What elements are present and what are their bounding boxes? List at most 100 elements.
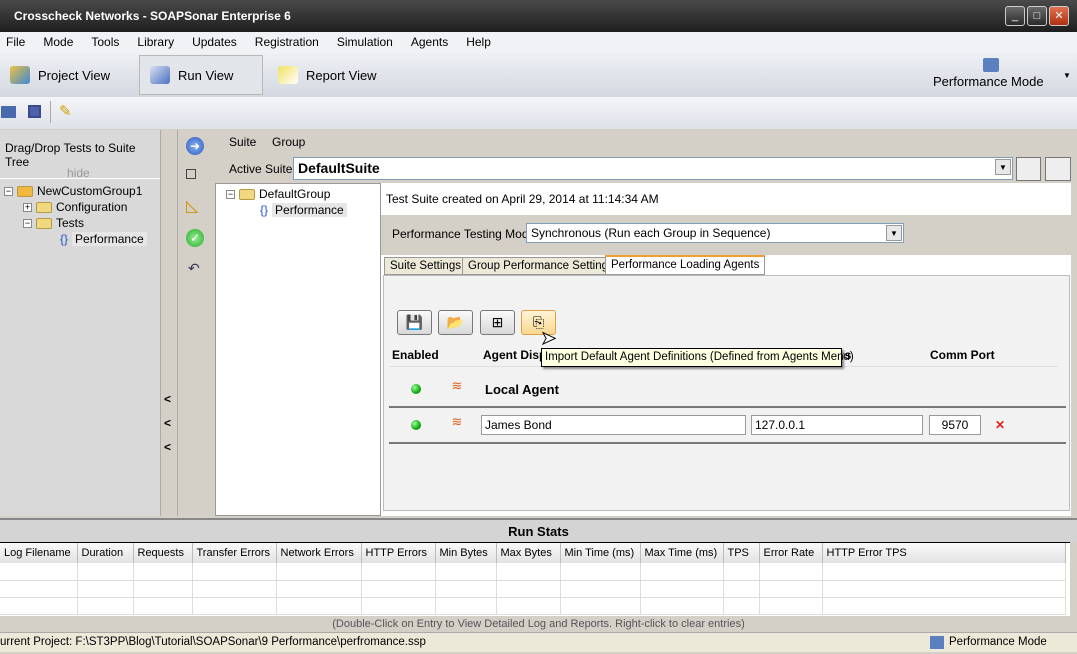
menu-bar: File Mode Tools Library Updates Registra… [0, 32, 1077, 53]
delete-agent-icon[interactable]: ✕ [995, 418, 1005, 432]
menu-library[interactable]: Library [137, 32, 174, 53]
table-cell [435, 597, 497, 615]
close-button[interactable]: ✕ [1049, 6, 1069, 26]
chevron-down-icon: ▼ [886, 225, 902, 241]
tree-root-label: NewCustomGroup1 [37, 184, 143, 198]
column-header[interactable]: Error Rate [759, 543, 823, 563]
mode-dropdown-icon[interactable]: ▼ [1063, 71, 1071, 80]
tab-suite-settings[interactable]: Suite Settings [384, 257, 467, 275]
edit-icon[interactable]: ✎ [59, 102, 72, 120]
column-header[interactable]: Network Errors [276, 543, 362, 563]
group-menu[interactable]: Group [272, 135, 305, 149]
table-cell [192, 597, 277, 615]
add-agent-button[interactable]: ⊞ [480, 310, 515, 335]
active-suite-value: DefaultSuite [298, 160, 380, 176]
table-cell [276, 563, 362, 581]
tree-tests[interactable]: − Tests [23, 216, 84, 230]
tree-configuration-label: Configuration [56, 200, 128, 214]
agent-address-input[interactable]: 127.0.0.1 [751, 415, 923, 435]
menu-registration[interactable]: Registration [255, 32, 319, 53]
open-agents-button[interactable]: 📂 [438, 310, 473, 335]
table-row[interactable] [0, 597, 1066, 615]
menu-tools[interactable]: Tools [91, 32, 119, 53]
table-cell [723, 563, 760, 581]
maximize-button[interactable]: □ [1027, 6, 1047, 26]
tab-performance-loading-agents[interactable]: Performance Loading Agents [605, 255, 766, 275]
suite-menu[interactable]: Suite [229, 135, 256, 149]
enabled-indicator[interactable] [411, 384, 421, 394]
table-row[interactable] [0, 563, 1066, 581]
column-header[interactable]: Duration [77, 543, 134, 563]
network-icon [983, 58, 999, 72]
minimize-button[interactable]: _ [1005, 6, 1025, 26]
tooltip: Import Default Agent Definitions (Define… [541, 348, 854, 367]
mode-select-value: Synchronous (Run each Group in Sequence) [531, 226, 771, 240]
schedule-icon[interactable] [186, 169, 196, 179]
run-arrow-icon[interactable]: ➜ [186, 137, 204, 155]
tree-root[interactable]: − NewCustomGroup1 [4, 184, 142, 198]
collapse-arrow[interactable]: < [164, 392, 171, 406]
column-header[interactable]: HTTP Errors [361, 543, 436, 563]
table-cell [192, 580, 277, 598]
comm-port-header: Comm Port [930, 348, 995, 362]
agent-port-input[interactable]: 9570 [929, 415, 981, 435]
run-view-button[interactable]: Run View [139, 55, 263, 95]
menu-updates[interactable]: Updates [192, 32, 237, 53]
menu-file[interactable]: File [6, 32, 25, 53]
table-cell [759, 597, 823, 615]
table-cell [77, 597, 134, 615]
table-cell [822, 597, 1066, 615]
created-label: Test Suite created on April 29, 2014 at … [386, 192, 659, 206]
suite-edit-button[interactable] [1016, 157, 1041, 181]
undo-icon[interactable]: ↶ [188, 260, 200, 277]
open-icon[interactable] [1, 106, 16, 118]
save-icon[interactable] [28, 105, 41, 118]
menu-mode[interactable]: Mode [43, 32, 73, 53]
run-stats-hint: (Double-Click on Entry to View Detailed … [0, 616, 1077, 632]
tab-group-performance-settings[interactable]: Group Performance Settings [462, 257, 620, 275]
window-title: Crosscheck Networks - SOAPSonar Enterpri… [14, 9, 291, 23]
suite-import-button[interactable] [1045, 157, 1071, 181]
menu-agents[interactable]: Agents [411, 32, 448, 53]
collapse-arrow[interactable]: < [164, 440, 171, 454]
check-icon[interactable]: ✓ [186, 229, 204, 247]
column-header[interactable]: TPS [723, 543, 760, 563]
table-cell [822, 580, 1066, 598]
mouse-cursor-icon: ➤ [540, 328, 557, 349]
tree-suite-performance[interactable]: {} Performance [260, 203, 347, 217]
column-header[interactable]: Min Bytes [435, 543, 497, 563]
table-cell [640, 597, 724, 615]
column-header[interactable]: Max Bytes [496, 543, 561, 563]
run-view-label: Run View [178, 67, 234, 83]
save-agents-button[interactable]: 💾 [397, 310, 432, 335]
tree-default-group[interactable]: − DefaultGroup [226, 187, 330, 201]
status-bar: urrent Project: F:\ST3PP\Blog\Tutorial\S… [0, 632, 1077, 652]
column-header[interactable]: Requests [133, 543, 193, 563]
divider [389, 442, 1066, 444]
tree-configuration[interactable]: + Configuration [23, 200, 127, 214]
table-cell [361, 580, 436, 598]
performance-mode-button[interactable]: Performance Mode [933, 74, 1044, 89]
column-header[interactable]: Transfer Errors [192, 543, 277, 563]
run-stats-table: Log Filename Duration Requests Transfer Err… [0, 542, 1070, 616]
agent-name-input[interactable]: James Bond [481, 415, 746, 435]
tree-performance[interactable]: {} Performance [60, 232, 147, 246]
mode-select[interactable]: Synchronous (Run each Group in Sequence)… [526, 223, 904, 243]
ruler-icon[interactable]: ◺ [186, 196, 198, 216]
menu-help[interactable]: Help [466, 32, 491, 53]
column-header[interactable]: HTTP Error TPS [822, 543, 1066, 563]
table-cell [560, 563, 641, 581]
active-suite-select[interactable]: DefaultSuite ▼ [293, 157, 1013, 180]
report-view-button[interactable]: Report View [268, 55, 387, 95]
menu-simulation[interactable]: Simulation [337, 32, 393, 53]
suite-tree: − DefaultGroup {} Performance [215, 183, 381, 516]
collapse-arrow[interactable]: < [164, 416, 171, 430]
column-header[interactable]: Log Filename [0, 543, 78, 563]
table-cell [133, 597, 193, 615]
project-view-button[interactable]: Project View [0, 55, 120, 95]
enabled-indicator[interactable] [411, 420, 421, 430]
table-row[interactable] [0, 580, 1066, 598]
column-header[interactable]: Max Time (ms) [640, 543, 724, 563]
column-header[interactable]: Min Time (ms) [560, 543, 641, 563]
table-cell [276, 597, 362, 615]
